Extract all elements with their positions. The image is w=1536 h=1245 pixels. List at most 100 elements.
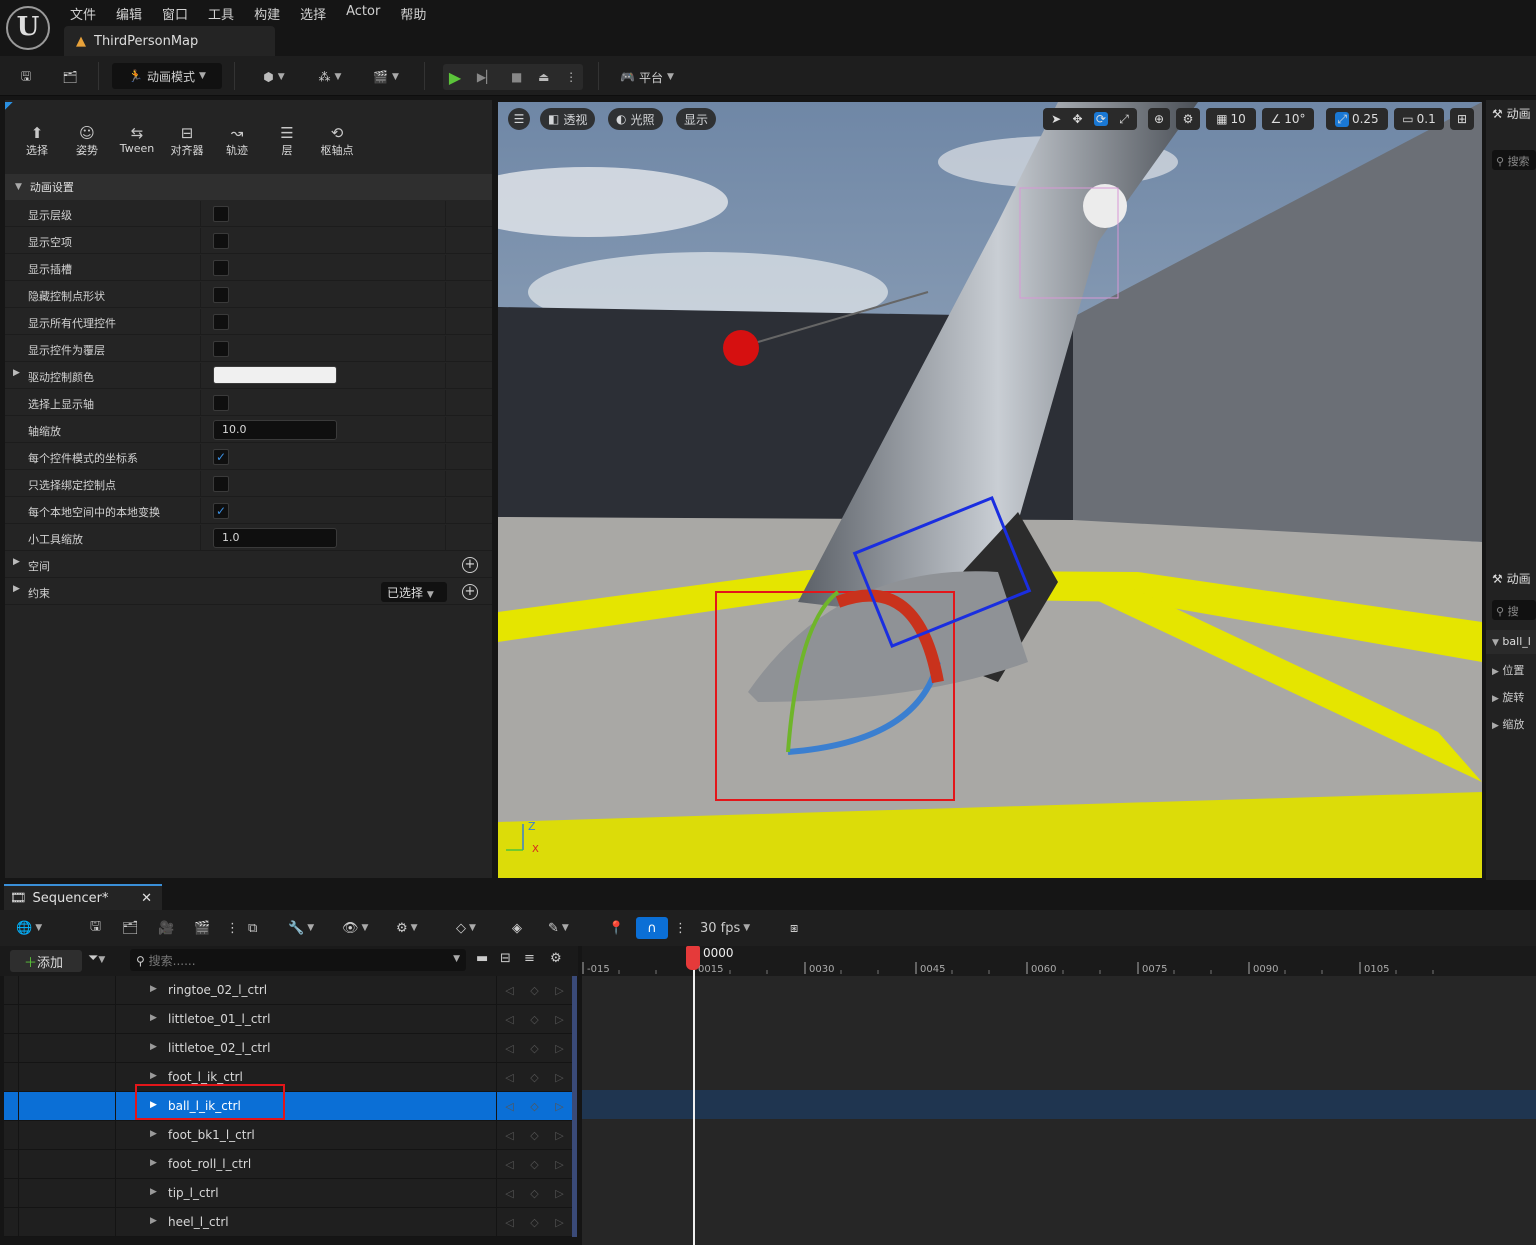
expand-arrow-icon[interactable]: ▶ xyxy=(150,1187,157,1197)
sequencer-tab[interactable]: 🎞 Sequencer* ✕ xyxy=(4,884,162,910)
surface-snap-icon[interactable]: ⚙ xyxy=(1176,108,1200,130)
show-button[interactable]: 显示 xyxy=(676,108,717,130)
next-key-icon[interactable]: ▷ xyxy=(555,1158,563,1171)
right-selected-control[interactable]: ▼ ball_l xyxy=(1486,630,1536,654)
level-viewport[interactable]: Z X ☰ ◧ 透视 ◐ 光照 显示 ➤ ✥ ⟳ ⤢ ⊕ ⚙ ▦ 10 ∠ 10° ⤢ 0… xyxy=(498,102,1482,878)
expand-arrow-icon[interactable]: ▶ xyxy=(150,1158,157,1168)
add-track-button[interactable]: ＋添加 xyxy=(10,950,82,972)
camera-track-icon[interactable]: 🎥 xyxy=(158,917,174,939)
right-search-2[interactable]: ⚲ 搜 xyxy=(1492,600,1536,620)
playback-options-dropdown[interactable]: ⚙ ▼ xyxy=(396,917,418,939)
setting-checkbox[interactable] xyxy=(213,260,229,276)
tool-trail[interactable]: ↝ 轨迹 xyxy=(212,124,262,158)
add-key-icon[interactable]: ◇ xyxy=(530,1071,538,1084)
grid-snap-button[interactable]: ▦ 10 xyxy=(1206,108,1256,130)
track-row[interactable]: ▶ littletoe_01_l_ctrl ◁ ◇ ▷ xyxy=(4,1005,577,1034)
camera-speed-button[interactable]: ▭ 0.1 xyxy=(1394,108,1444,130)
add-key-icon[interactable]: ◇ xyxy=(530,1158,538,1171)
next-key-icon[interactable]: ▷ xyxy=(555,1129,563,1142)
tools-dropdown[interactable]: 🔧 ▼ xyxy=(288,917,314,939)
tool-layer[interactable]: ☰ 层 xyxy=(262,124,312,158)
browse-content-icon[interactable]: 🗂 xyxy=(56,64,84,90)
mode-dropdown[interactable]: 🏃 动画模式 ▼ xyxy=(112,63,222,89)
setting-checkbox[interactable] xyxy=(213,206,229,222)
next-key-icon[interactable]: ▷ xyxy=(555,1216,563,1229)
close-icon[interactable]: ✕ xyxy=(141,891,162,906)
add-key-icon[interactable]: ◇ xyxy=(530,1129,538,1142)
collapse-all-icon[interactable]: ▬ xyxy=(476,951,488,966)
add-constraint-icon[interactable]: + xyxy=(462,584,478,600)
right-item-location[interactable]: ▶ 位置 xyxy=(1492,662,1524,678)
expand-arrow-icon[interactable]: ▶ xyxy=(150,1042,157,1052)
tool-select[interactable]: ⬆ 选择 xyxy=(12,124,62,158)
map-tab[interactable]: ▲ ThirdPersonMap xyxy=(64,26,275,56)
curve-editor-icon[interactable]: ⧆ xyxy=(790,917,798,939)
unreal-logo-icon[interactable]: U xyxy=(6,6,50,50)
color-swatch[interactable] xyxy=(213,366,337,384)
constraint-section[interactable]: ▶ 约束 已选择 ▼ + xyxy=(5,579,492,605)
edit-dropdown[interactable]: ✎ ▼ xyxy=(548,917,569,939)
prev-key-icon[interactable]: ◁ xyxy=(505,1129,513,1142)
list-view-icon[interactable]: ≡ xyxy=(524,951,535,966)
track-search-input[interactable]: ⚲ 搜索...... ▼ xyxy=(130,949,466,971)
playhead-handle[interactable] xyxy=(686,946,700,970)
snap-options-icon[interactable]: ⋮ xyxy=(674,917,687,939)
right-item-rotation[interactable]: ▶ 旋转 xyxy=(1492,689,1524,705)
key-interp-dropdown[interactable]: ◇ ▼ xyxy=(456,917,476,939)
transform-track-icon[interactable]: ⧉ xyxy=(248,917,257,939)
setting-checkbox[interactable] xyxy=(213,395,229,411)
next-key-icon[interactable]: ▷ xyxy=(555,984,563,997)
next-key-icon[interactable]: ▷ xyxy=(555,1100,563,1113)
constraint-select[interactable]: 已选择 ▼ xyxy=(381,582,447,602)
expand-arrow-icon[interactable]: ▶ xyxy=(13,368,20,378)
auto-key-icon[interactable]: ◈ xyxy=(512,917,522,939)
marker-icon[interactable]: 📍 xyxy=(608,917,624,939)
select-cursor-icon[interactable]: ➤ xyxy=(1051,112,1061,126)
expand-arrow-icon[interactable]: ▶ xyxy=(150,1071,157,1081)
expand-arrow-icon[interactable]: ▶ xyxy=(150,1129,157,1139)
step-icon[interactable]: ▶▏ xyxy=(477,70,495,84)
space-section[interactable]: ▶ 空间 + xyxy=(5,552,492,578)
menu-build[interactable]: 构建 xyxy=(244,0,290,24)
expand-all-icon[interactable]: ⊟ xyxy=(500,951,511,966)
find-asset-icon[interactable]: 🗂 xyxy=(122,917,139,939)
prev-key-icon[interactable]: ◁ xyxy=(505,1042,513,1055)
track-row[interactable]: ▶ foot_roll_l_ctrl ◁ ◇ ▷ xyxy=(4,1150,577,1179)
menu-window[interactable]: 窗口 xyxy=(152,0,198,24)
settings-icon[interactable]: ⚙ xyxy=(550,951,562,966)
layout-icon[interactable]: ⊞ xyxy=(1450,108,1474,130)
more-options-icon[interactable]: ⋮ xyxy=(226,917,239,939)
add-space-icon[interactable]: + xyxy=(462,557,478,573)
add-key-icon[interactable]: ◇ xyxy=(530,984,538,997)
save-icon[interactable]: 🖫 xyxy=(14,64,38,90)
menu-help[interactable]: 帮助 xyxy=(390,0,436,24)
track-row[interactable]: ▶ ringtoe_02_l_ctrl ◁ ◇ ▷ xyxy=(4,976,577,1005)
setting-number-field[interactable]: 10.0 xyxy=(213,420,337,440)
tool-tween[interactable]: ⇆ Tween xyxy=(112,124,162,158)
move-icon[interactable]: ✥ xyxy=(1073,112,1083,126)
save-sequence-icon[interactable]: 🖫 xyxy=(90,917,101,939)
menu-tools[interactable]: 工具 xyxy=(198,0,244,24)
prev-key-icon[interactable]: ◁ xyxy=(505,1071,513,1084)
cinematics-button[interactable]: 🎬 ▼ xyxy=(366,64,406,90)
add-actor-button[interactable]: ⬢ ▼ xyxy=(254,64,294,90)
rotation-snap-button[interactable]: ∠ 10° xyxy=(1262,108,1314,130)
world-local-icon[interactable]: ⊕ xyxy=(1148,108,1170,130)
blueprint-button[interactable]: ⁂ ▼ xyxy=(310,64,350,90)
expand-arrow-icon[interactable]: ▶ xyxy=(150,1216,157,1226)
setting-number-field[interactable]: 1.0 xyxy=(213,528,337,548)
perspective-button[interactable]: ◧ 透视 xyxy=(540,108,596,130)
menu-select[interactable]: 选择 xyxy=(290,0,336,24)
anim-settings-header[interactable]: ▼ 动画设置 xyxy=(5,174,492,200)
setting-checkbox[interactable] xyxy=(213,287,229,303)
add-key-icon[interactable]: ◇ xyxy=(530,1013,538,1026)
filter-dropdown[interactable]: ⏷▼ xyxy=(88,951,105,966)
tool-aligner[interactable]: ⊟ 对齐器 xyxy=(162,124,212,158)
eject-icon[interactable]: ⏏ xyxy=(538,70,549,84)
menu-actor[interactable]: Actor xyxy=(336,0,390,24)
prev-key-icon[interactable]: ◁ xyxy=(505,1187,513,1200)
platform-dropdown[interactable]: 🎮 平台 ▼ xyxy=(612,64,682,90)
prev-key-icon[interactable]: ◁ xyxy=(505,1216,513,1229)
menu-edit[interactable]: 编辑 xyxy=(106,0,152,24)
view-dropdown[interactable]: 👁 ▼ xyxy=(342,917,368,939)
